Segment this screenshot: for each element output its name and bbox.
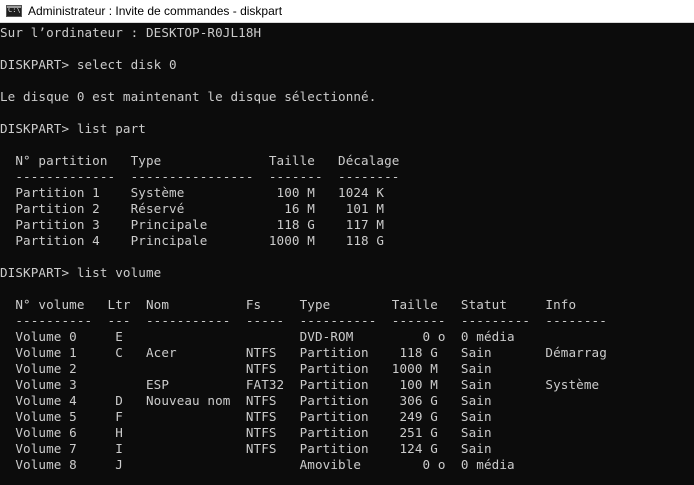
console-line: Volume 3 ESP FAT32 Partition 100 M Sain …	[0, 377, 600, 392]
console-line: DISKPART> select disk 0	[0, 57, 177, 72]
console-line: Volume 2 NTFS Partition 1000 M Sain	[0, 361, 492, 376]
console-line: N° volume Ltr Nom Fs Type Taille Statut …	[0, 297, 577, 312]
console-line: Partition 1 Système 100 M 1024 K	[0, 185, 385, 200]
console-line: ------------- ---------------- ------- -…	[0, 169, 400, 184]
window-title: Administrateur : Invite de commandes - d…	[28, 4, 283, 18]
console-line: Volume 0 E DVD-ROM 0 o 0 média	[0, 329, 515, 344]
console-line: DISKPART> list volume	[0, 265, 162, 280]
console-line: Volume 4 D Nouveau nom NTFS Partition 30…	[0, 393, 492, 408]
console-line: ---------- --- ----------- ----- -------…	[0, 313, 607, 328]
console-line: Volume 6 H NTFS Partition 251 G Sain	[0, 425, 492, 440]
console-output[interactable]: Sur l’ordinateur : DESKTOP-R0JL18H DISKP…	[0, 23, 694, 485]
console-line: Sur l’ordinateur : DESKTOP-R0JL18H	[0, 25, 262, 40]
console-line: DISKPART> list part	[0, 121, 146, 136]
command-prompt-window: Administrateur : Invite de commandes - d…	[0, 0, 694, 485]
console-line: Le disque 0 est maintenant le disque sél…	[0, 89, 377, 104]
console-line: N° partition Type Taille Décalage	[0, 153, 400, 168]
console-line: Volume 7 I NTFS Partition 124 G Sain	[0, 441, 492, 456]
title-bar[interactable]: Administrateur : Invite de commandes - d…	[0, 0, 694, 23]
console-line: Partition 2 Réservé 16 M 101 M	[0, 201, 385, 216]
console-line: Volume 8 J Amovible 0 o 0 média	[0, 457, 515, 472]
console-line: Volume 1 C Acer NTFS Partition 118 G Sai…	[0, 345, 607, 360]
console-line: Partition 3 Principale 118 G 117 M	[0, 217, 385, 232]
cmd-icon	[6, 4, 22, 17]
console-line: Partition 4 Principale 1000 M 118 G	[0, 233, 385, 248]
console-line: Volume 5 F NTFS Partition 249 G Sain	[0, 409, 492, 424]
